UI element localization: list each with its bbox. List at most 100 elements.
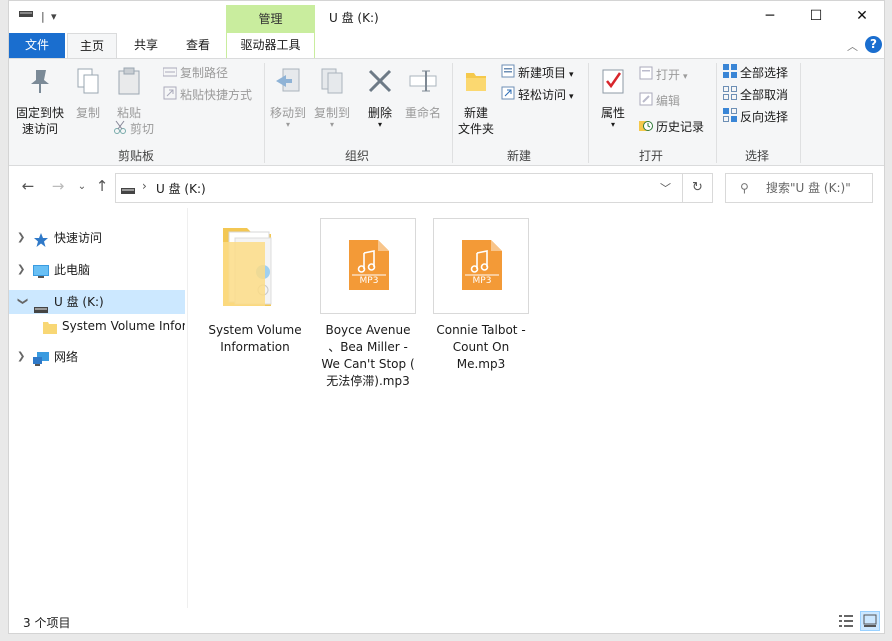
delete-dropdown-icon: ▾ (377, 120, 382, 129)
nav-item-quick-access[interactable]: ❯ 快速访问 (9, 226, 185, 250)
forward-arrow-icon[interactable]: → (47, 177, 69, 195)
mp3-thumbnail: MP3 (320, 218, 416, 314)
nav-label: U 盘 (K:) (54, 295, 104, 309)
drive-small-icon (121, 184, 135, 198)
invert-selection-button[interactable]: 反向选择 (723, 107, 788, 127)
copy-path-button[interactable]: 复制路径 (162, 63, 228, 84)
drive-small-icon (34, 298, 48, 314)
search-placeholder: 搜索"U 盘 (K:)" (766, 181, 851, 195)
expand-chevron-icon[interactable]: ❯ (17, 345, 27, 369)
properties-button[interactable]: 属性 ▾ (593, 67, 633, 129)
file-tile-mp3[interactable]: MP3 Boyce Avenue 、Bea Miller - We Can't … (320, 218, 416, 390)
recent-locations-chevron-icon[interactable]: ⌄ (71, 181, 93, 192)
move-to-button[interactable]: 移动到 ▾ (267, 67, 309, 129)
details-view-icon[interactable] (838, 613, 854, 632)
nav-item-usb-drive[interactable]: ❯ U 盘 (K:) (9, 290, 185, 314)
qa-customize-dropdown-icon[interactable]: ▾ (51, 10, 57, 23)
large-icons-view-icon (863, 614, 877, 627)
select-none-button[interactable]: 全部取消 (723, 85, 788, 105)
maximize-button[interactable]: ☐ (793, 1, 839, 33)
tab-file[interactable]: 文件 (9, 33, 65, 58)
mp3-badge: MP3 (472, 276, 492, 286)
computer-monitor-icon (33, 263, 49, 282)
select-none-label: 全部取消 (740, 88, 789, 102)
address-bar[interactable]: › U 盘 (K:) ﹀ (115, 173, 683, 203)
expand-chevron-icon[interactable]: ❯ (17, 258, 27, 282)
select-all-icon (723, 63, 737, 84)
file-name-line: Me.mp3 (456, 357, 506, 371)
tab-share[interactable]: 共享 (121, 33, 171, 58)
copy-to-dropdown-icon: ▾ (329, 120, 334, 129)
easy-access-button[interactable]: 轻松访问 ▾ (501, 85, 574, 105)
nav-item-system-volume-information[interactable]: System Volume Information (9, 314, 185, 338)
copy-path-icon (162, 64, 178, 84)
breadcrumb-chevron-icon[interactable]: › (142, 179, 147, 193)
minimize-button[interactable]: ─ (747, 1, 793, 33)
file-tile-folder[interactable]: System Volume Information (207, 218, 303, 356)
mp3-thumbnail: MP3 (433, 218, 529, 314)
copy-to-label: 复制到 (313, 106, 350, 120)
scissors-icon (113, 120, 127, 140)
large-icons-view-button[interactable] (860, 611, 880, 631)
pin-icon (13, 67, 67, 99)
rename-button[interactable]: 重命名 (401, 67, 445, 121)
edit-button[interactable]: 编辑 (639, 91, 680, 111)
nav-item-network[interactable]: ❯ 网络 (9, 345, 185, 369)
address-dropdown-icon[interactable]: ﹀ (660, 180, 671, 196)
collapse-ribbon-icon[interactable]: ︿ (847, 38, 858, 54)
pin-to-quick-access-button[interactable]: 固定到快 速访问 (13, 67, 67, 137)
group-divider (264, 63, 265, 163)
drive-app-icon[interactable] (19, 9, 33, 22)
tab-view[interactable]: 查看 (173, 33, 223, 58)
delete-button[interactable]: 删除 ▾ (363, 67, 397, 129)
expand-chevron-icon[interactable]: ❯ (17, 226, 27, 250)
navigation-pane: ❯ 快速访问 ❯ 此电脑 ❯ U 盘 (K:) System Volume In… (9, 208, 187, 608)
paste-button[interactable]: 粘贴 (111, 67, 147, 121)
tab-home[interactable]: 主页 (67, 33, 117, 59)
refresh-icon: ↻ (692, 180, 703, 195)
clipboard-group-title: 剪贴板 (117, 149, 154, 163)
copy-icon (69, 67, 107, 99)
new-item-dropdown-icon: ▾ (569, 70, 574, 80)
status-bar: 3 个项目 (9, 609, 884, 633)
context-tab-manage[interactable]: 管理 (226, 5, 315, 33)
qa-separator: | (41, 10, 45, 23)
open-dropdown-icon: ▾ (683, 72, 688, 82)
edit-label: 编辑 (656, 94, 681, 108)
collapse-chevron-icon[interactable]: ❯ (10, 297, 34, 307)
address-path[interactable]: U 盘 (K:) (156, 180, 206, 197)
copy-to-icon (311, 67, 353, 99)
select-all-button[interactable]: 全部选择 (723, 63, 788, 83)
tab-drive-tools[interactable]: 驱动器工具 (226, 33, 315, 58)
up-arrow-icon[interactable]: ↑ (91, 177, 113, 195)
file-tile-mp3[interactable]: MP3 Connie Talbot - Count On Me.mp3 (433, 218, 529, 373)
file-name-line: We Can't Stop ( (321, 357, 415, 371)
close-button[interactable]: ✕ (839, 1, 884, 33)
paste-shortcut-button[interactable]: 粘贴快捷方式 (163, 85, 252, 105)
pin-label-line2: 速访问 (21, 122, 58, 136)
select-all-label: 全部选择 (740, 66, 789, 80)
new-folder-button[interactable]: 新建 文件夹 (455, 67, 497, 137)
history-button[interactable]: 历史记录 (639, 117, 704, 137)
help-icon[interactable]: ? (865, 36, 882, 53)
new-item-button[interactable]: 新建项目 ▾ (501, 63, 574, 83)
move-to-icon (267, 67, 309, 99)
copy-label: 复制 (75, 106, 100, 120)
open-button[interactable]: 打开 ▾ (639, 65, 688, 85)
search-box[interactable]: ⚲ 搜索"U 盘 (K:)" (725, 173, 873, 203)
copy-button[interactable]: 复制 (69, 67, 107, 121)
copy-to-button[interactable]: 复制到 ▾ (311, 67, 353, 129)
group-divider (716, 63, 717, 163)
folder-large-icon (207, 218, 303, 314)
cut-button[interactable]: 剪切 (113, 119, 154, 139)
pane-splitter[interactable] (187, 208, 188, 608)
easy-access-dropdown-icon: ▾ (569, 92, 574, 102)
refresh-button[interactable]: ↻ (683, 173, 713, 203)
back-arrow-icon[interactable]: ← (17, 177, 39, 195)
new-item-icon (501, 64, 515, 84)
paste-clipboard-icon (111, 67, 147, 99)
organize-group-title: 组织 (344, 149, 369, 163)
file-name-line: Count On (452, 340, 510, 354)
properties-label: 属性 (600, 106, 625, 120)
nav-item-this-pc[interactable]: ❯ 此电脑 (9, 258, 185, 282)
